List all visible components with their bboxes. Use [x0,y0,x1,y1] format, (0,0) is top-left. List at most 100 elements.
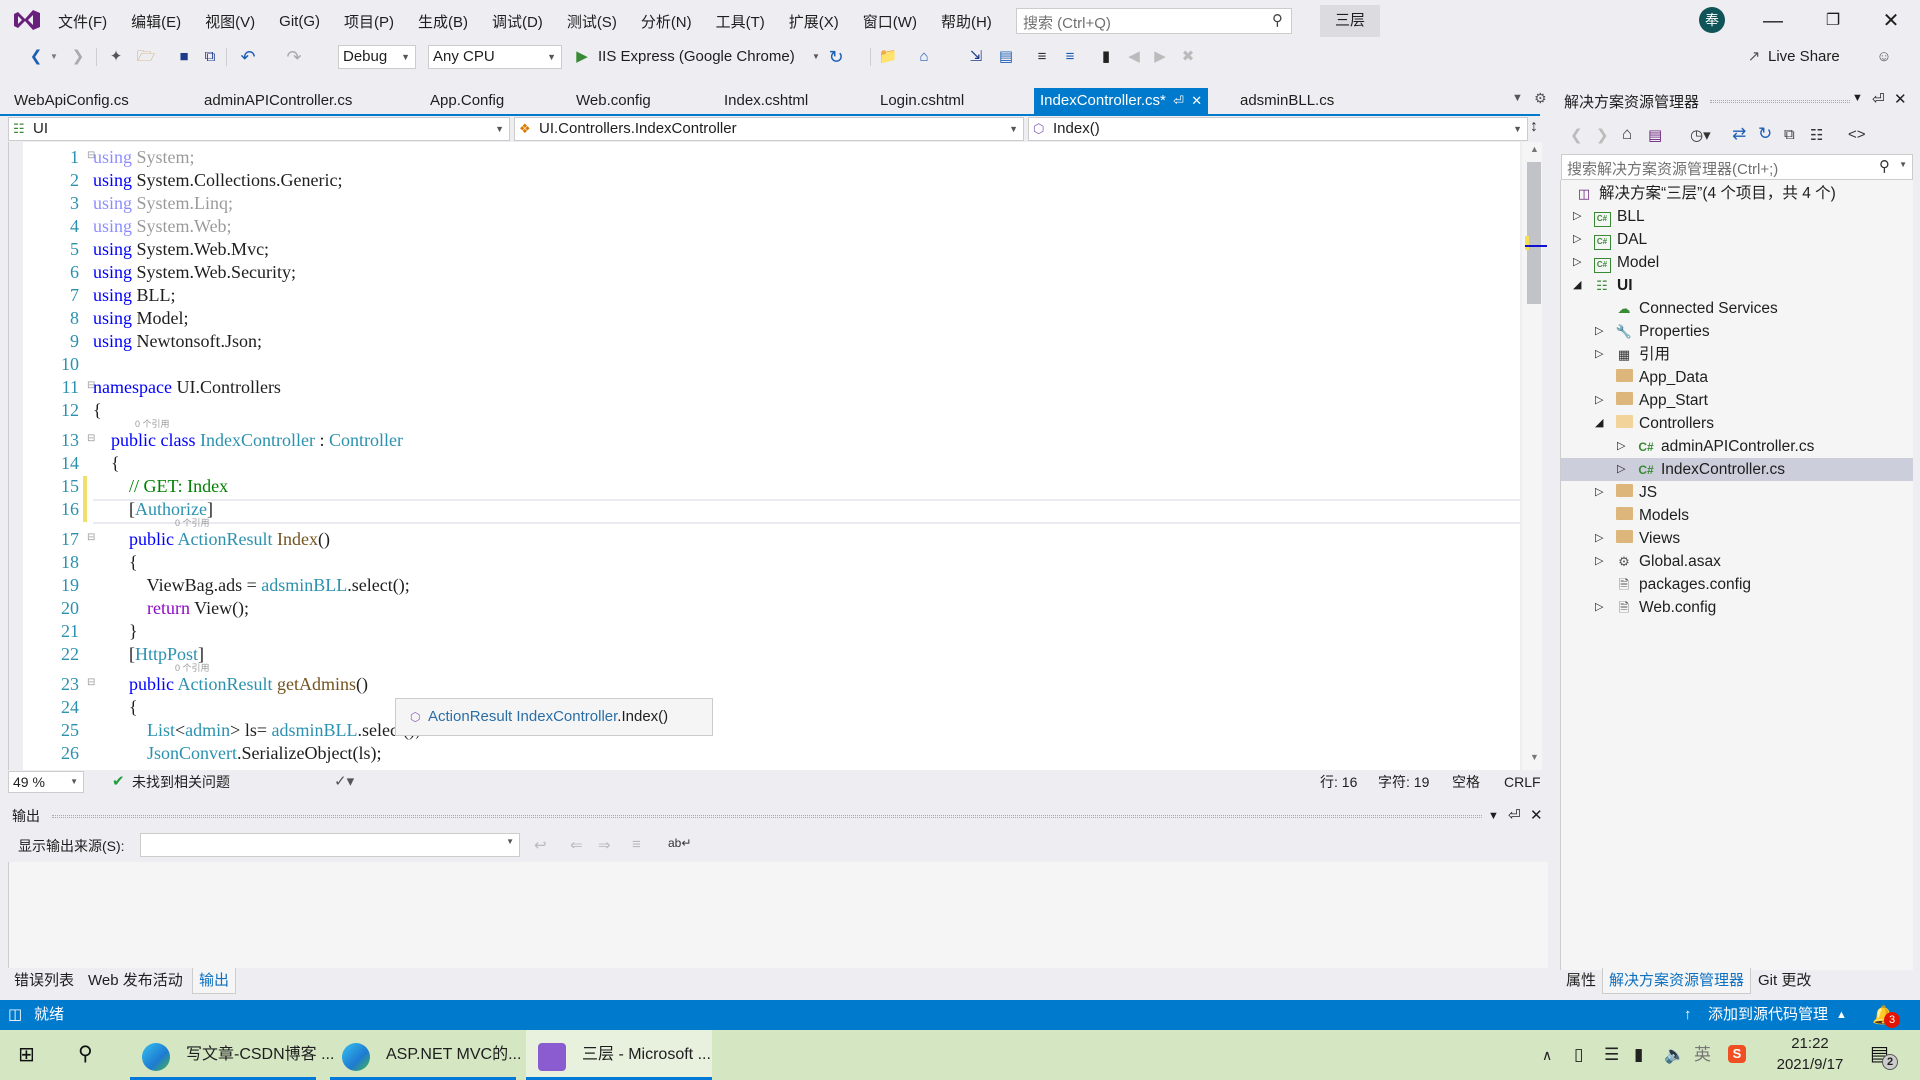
taskbar-search-icon[interactable]: ⚲ [78,1041,93,1066]
code-line[interactable]: 14 { [9,452,1520,475]
find-in-files-icon[interactable]: 📁 [878,46,898,68]
expand-arrow-icon[interactable]: ▷ [1595,343,1603,366]
eol-indicator[interactable]: CRLF [1504,770,1541,794]
split-editor-icon[interactable]: ↕ [1530,118,1538,136]
code-line[interactable]: 13 public class IndexController : Contro… [9,429,1520,452]
codelens-references[interactable]: 0 个引用 [135,417,170,430]
code-line[interactable]: 21 } [9,620,1520,643]
code-line[interactable]: 22 [HttpPost] [9,643,1520,666]
pending-changes-filter-icon[interactable]: ◷▾ [1690,126,1711,144]
line-indicator[interactable]: 行: 16 [1320,770,1357,794]
redo-icon[interactable]: ↷ [284,46,304,68]
expand-arrow-icon[interactable]: ▷ [1595,527,1603,550]
tree-item[interactable]: ▷ ▦ 引用 [1561,343,1913,366]
navigate-forward-icon[interactable]: ❯ [68,46,88,68]
codelens-references[interactable]: 0 个引用 [175,661,210,674]
prev-bookmark-icon[interactable]: ◀ [1124,46,1144,68]
clear-all-icon[interactable]: ≡ [632,836,641,853]
menu-item[interactable]: 视图(V) [193,11,267,32]
scroll-thumb[interactable] [1527,162,1541,304]
expand-arrow-icon[interactable]: ▷ [1617,435,1625,458]
code-line[interactable]: 25 List<admin> ls= adsminBLL.select(); [9,719,1520,742]
expand-arrow-icon[interactable]: ▷ [1573,251,1581,274]
tree-item[interactable]: App_Data [1561,366,1913,389]
code-line[interactable]: 2 using System.Collections.Generic; [9,169,1520,192]
tab-app-config[interactable]: App.Config [424,88,510,114]
fold-toggle-icon[interactable]: ⊟ [87,380,95,391]
live-share-button[interactable]: Live Share [1768,46,1840,68]
caret-up-icon[interactable]: ▲ [1836,1000,1847,1030]
se-home-icon[interactable]: ⌂ [1622,124,1632,144]
project-dropdown[interactable]: ☷ UI ▼ [8,117,510,141]
expand-arrow-icon[interactable]: ▷ [1573,205,1581,228]
refresh-icon[interactable]: ↻ [1758,124,1772,144]
tab-login-cshtml[interactable]: Login.cshtml [874,88,970,114]
tree-item[interactable]: ▷ C# IndexController.cs [1561,458,1913,481]
global-search-input[interactable]: 搜索 (Ctrl+Q) ⚲ [1016,8,1292,34]
tree-item[interactable]: ◢ Controllers [1561,412,1913,435]
menu-item[interactable]: 文件(F) [46,11,119,32]
expand-arrow-icon[interactable]: ▷ [1573,228,1581,251]
code-line[interactable]: 10 [9,353,1520,376]
code-line[interactable]: 26 JsonConvert.SerializeObject(ls); [9,742,1520,765]
scroll-up-icon[interactable]: ▲ [1530,144,1539,154]
switch-views-icon[interactable]: ▤ [1648,126,1662,144]
clock[interactable]: 21:22 2021/9/17 [1770,1033,1850,1075]
menu-item[interactable]: 测试(S) [555,11,629,32]
tree-item[interactable]: ▷ Views [1561,527,1913,550]
tree-item[interactable]: 🗎 packages.config [1561,573,1913,596]
wifi-icon[interactable]: ☰ [1604,1030,1619,1080]
tab-webapiconfig-cs[interactable]: WebApiConfig.cs [8,88,135,114]
bookmark-icon[interactable]: ▮ [1096,46,1116,68]
whitespace-indicator[interactable]: 空格 [1452,770,1480,794]
live-share-icon[interactable]: ↗ [1744,46,1764,68]
new-project-icon[interactable]: ✦ [106,46,126,68]
collapse-arrow-icon[interactable]: ◢ [1573,274,1581,297]
pin-icon[interactable]: ⏎ [1508,804,1521,828]
tab-indexcontroller-cs-[interactable]: IndexController.cs* ⏎ ✕ [1034,88,1209,114]
fold-toggle-icon[interactable]: ⊟ [87,433,95,444]
code-line[interactable]: 4 using System.Web; [9,215,1520,238]
collapse-all-icon[interactable]: ⧉ [1784,126,1795,143]
tab-pin-close-icons[interactable]: ⏎ ✕ [1166,93,1202,108]
save-all-icon[interactable]: ⧉ [200,46,220,68]
panel-tab[interactable]: 属性 [1560,968,1602,994]
expand-arrow-icon[interactable]: ▷ [1595,596,1603,619]
tree-item[interactable]: ▷ ⚙ Global.asax [1561,550,1913,573]
tab-web-config[interactable]: Web.config [570,88,657,114]
step-into-icon[interactable]: ⇲ [966,46,986,68]
editor-vertical-scrollbar[interactable]: ▲ ▼ [1522,142,1547,770]
collapse-arrow-icon[interactable]: ◢ [1595,412,1603,435]
sync-icon[interactable]: ⇄ [1732,124,1746,144]
expand-arrow-icon[interactable]: ▷ [1595,389,1603,412]
clear-bookmarks-icon[interactable]: ✖ [1178,46,1198,68]
panel-tab[interactable]: Git 更改 [1752,968,1817,994]
navigate-back-icon[interactable]: ❮ [26,46,46,68]
code-cleanup-icon[interactable]: ✓▾ [334,770,354,794]
menu-item[interactable]: Git(G) [267,13,332,30]
tree-item[interactable]: ▷ C# BLL [1561,205,1913,228]
refresh-browser-icon[interactable]: ↻ [826,46,846,68]
codelens-references[interactable]: 0 个引用 [175,516,210,529]
code-line[interactable]: 5 using System.Web.Mvc; [9,238,1520,261]
tree-item[interactable]: Models [1561,504,1913,527]
tree-item[interactable]: ▷ C# DAL [1561,228,1913,251]
fold-toggle-icon[interactable]: ⊟ [87,532,95,543]
scroll-down-icon[interactable]: ▼ [1530,752,1539,762]
usb-icon[interactable]: ▯ [1574,1030,1583,1080]
platform-dropdown[interactable]: Any CPU ▼ [428,45,562,69]
fold-toggle-icon[interactable]: ⊟ [87,150,95,161]
tree-item[interactable]: ◫ 解决方案“三层”(4 个项目，共 4 个) [1561,182,1913,205]
tree-item[interactable]: ▷ 🗎 Web.config [1561,596,1913,619]
se-back-icon[interactable]: ❮ [1570,126,1583,144]
member-dropdown[interactable]: ⬡ Index() ▼ [1028,117,1528,141]
tree-item[interactable]: ☁ Connected Services [1561,297,1913,320]
type-dropdown[interactable]: ❖ UI.Controllers.IndexController ▼ [514,117,1024,141]
menu-item[interactable]: 调试(D) [480,11,555,32]
tree-item[interactable]: ▷ 🔧 Properties [1561,320,1913,343]
feedback-icon[interactable]: ☺ [1874,46,1894,68]
solution-name-badge[interactable]: 三层 [1320,5,1380,37]
tab-list-dropdown-icon[interactable]: ▼ [1512,92,1523,104]
word-wrap-icon[interactable]: ab↵ [668,836,691,850]
undo-icon[interactable]: ↶ [238,46,258,68]
